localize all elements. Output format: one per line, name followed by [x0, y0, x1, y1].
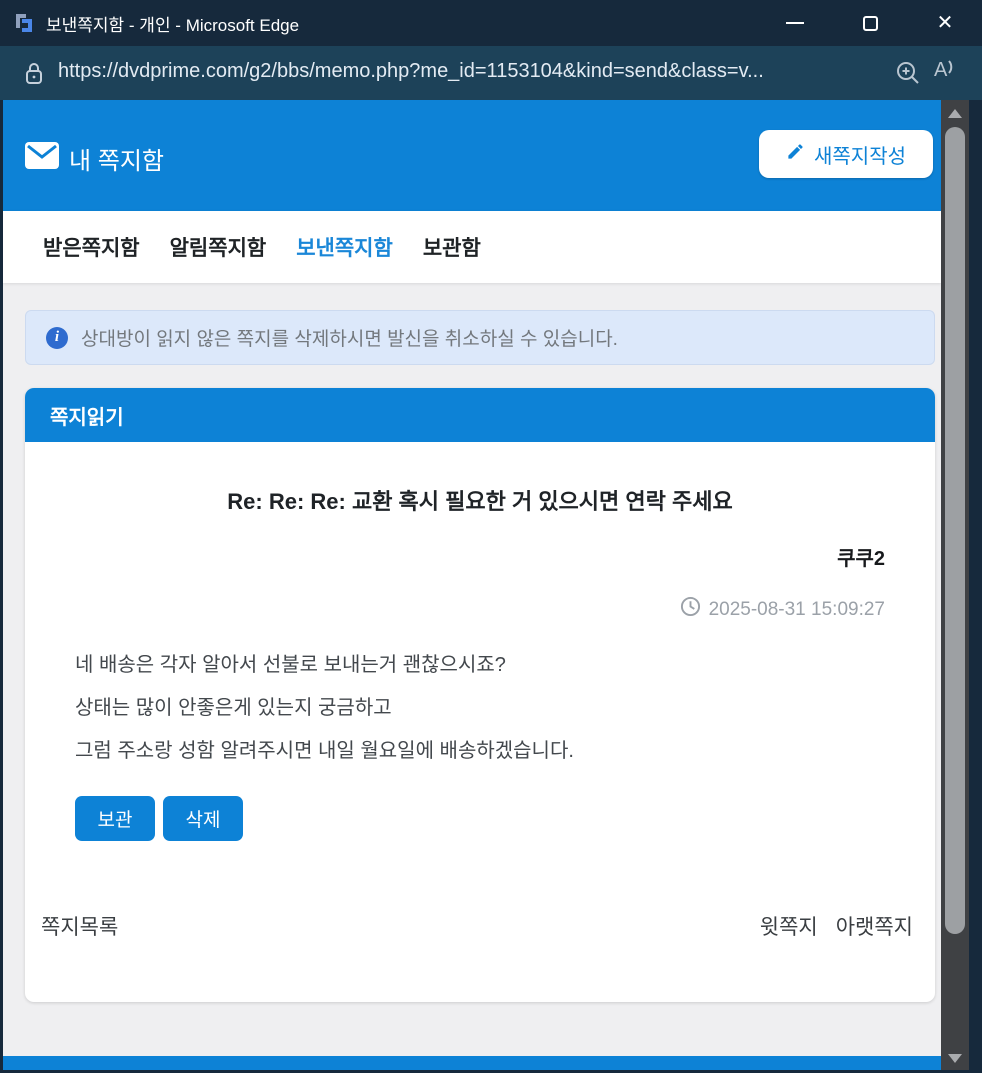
message-datetime: 2025-08-31 15:09:27 [708, 598, 885, 620]
message-body: 네 배송은 각자 알아서 선불로 보내는거 괜찮으시죠? 상태는 많이 안좋은게… [25, 644, 935, 773]
next-message-link[interactable]: 아랫쪽지 [836, 911, 913, 941]
message-list-link[interactable]: 쪽지목록 [41, 911, 118, 941]
pencil-icon [786, 142, 805, 167]
maximize-button[interactable] [847, 3, 893, 43]
compose-button[interactable]: 새쪽지작성 [759, 130, 933, 178]
delete-button[interactable]: 삭제 [163, 796, 243, 841]
info-banner-text: 상대방이 읽지 않은 쪽지를 삭제하시면 발신을 취소하실 수 있습니다. [81, 329, 618, 350]
scroll-up-button[interactable] [948, 109, 962, 118]
address-bar-row: https://dvdprime.com/g2/bbs/memo.php?me_… [0, 46, 982, 100]
minimize-button[interactable] [772, 3, 818, 43]
tab-archive[interactable]: 보관함 [423, 232, 481, 262]
prev-message-link[interactable]: 윗쪽지 [760, 911, 818, 941]
minimize-icon [786, 22, 804, 24]
archive-button[interactable]: 보관 [75, 796, 155, 841]
scrollbar-thumb[interactable] [945, 127, 965, 934]
message-panel: 쪽지읽기 Re: Re: Re: 교환 혹시 필요한 거 있으시면 연락 주세요… [25, 388, 935, 1002]
zoom-in-icon[interactable] [894, 59, 922, 92]
browser-window: 보낸쪽지함 - 개인 - Microsoft Edge ✕ https://dv… [0, 0, 982, 1073]
scrollbar[interactable] [941, 100, 969, 1070]
lock-icon[interactable] [22, 61, 46, 92]
address-bar[interactable]: https://dvdprime.com/g2/bbs/memo.php?me_… [58, 60, 878, 83]
scroll-down-button[interactable] [948, 1054, 962, 1063]
message-body-line: 네 배송은 각자 알아서 선불로 보내는거 괜찮으시죠? [75, 654, 506, 676]
close-icon: ✕ [936, 12, 954, 34]
panel-header: 쪽지읽기 [25, 388, 935, 442]
mailbox-header: 내 쪽지함 새쪽지작성 [3, 100, 941, 211]
dvdprime-favicon-icon [12, 11, 36, 35]
page-title: 내 쪽지함 [69, 148, 164, 175]
close-button[interactable]: ✕ [922, 3, 968, 43]
titlebar: 보낸쪽지함 - 개인 - Microsoft Edge ✕ [0, 0, 982, 46]
tab-received[interactable]: 받은쪽지함 [43, 232, 140, 262]
clock-icon [680, 596, 701, 623]
mailbox-tabs: 받은쪽지함 알림쪽지함 보낸쪽지함 보관함 [3, 211, 941, 283]
info-icon: i [46, 326, 68, 349]
tab-notification[interactable]: 알림쪽지함 [170, 232, 267, 262]
message-body-line: 그럼 주소랑 성함 알려주시면 내일 월요일에 배송하겠습니다. [75, 740, 574, 762]
window-right-border [969, 100, 982, 1073]
panel-title: 쪽지읽기 [50, 406, 124, 429]
next-section-header-strip [3, 1056, 941, 1070]
message-body-line: 상태는 많이 안좋은게 있는지 궁금하고 [75, 697, 392, 719]
message-actions: 보관 삭제 [25, 796, 935, 841]
tab-sent[interactable]: 보낸쪽지함 [296, 232, 393, 262]
info-banner: i 상대방이 읽지 않은 쪽지를 삭제하시면 발신을 취소하실 수 있습니다. [25, 310, 935, 365]
message-subject: Re: Re: Re: 교환 혹시 필요한 거 있으시면 연락 주세요 [227, 489, 733, 514]
compose-button-label: 새쪽지작성 [814, 145, 906, 168]
envelope-icon [25, 142, 59, 174]
maximize-icon [862, 15, 878, 31]
message-sender: 쿠쿠2 [837, 548, 885, 570]
window-title: 보낸쪽지함 - 개인 - Microsoft Edge [46, 16, 300, 35]
message-time-row: 2025-08-31 15:09:27 [25, 596, 935, 623]
footer-nav: 쪽지목록 윗쪽지 아랫쪽지 [25, 911, 935, 941]
read-aloud-icon[interactable]: A [934, 59, 957, 82]
